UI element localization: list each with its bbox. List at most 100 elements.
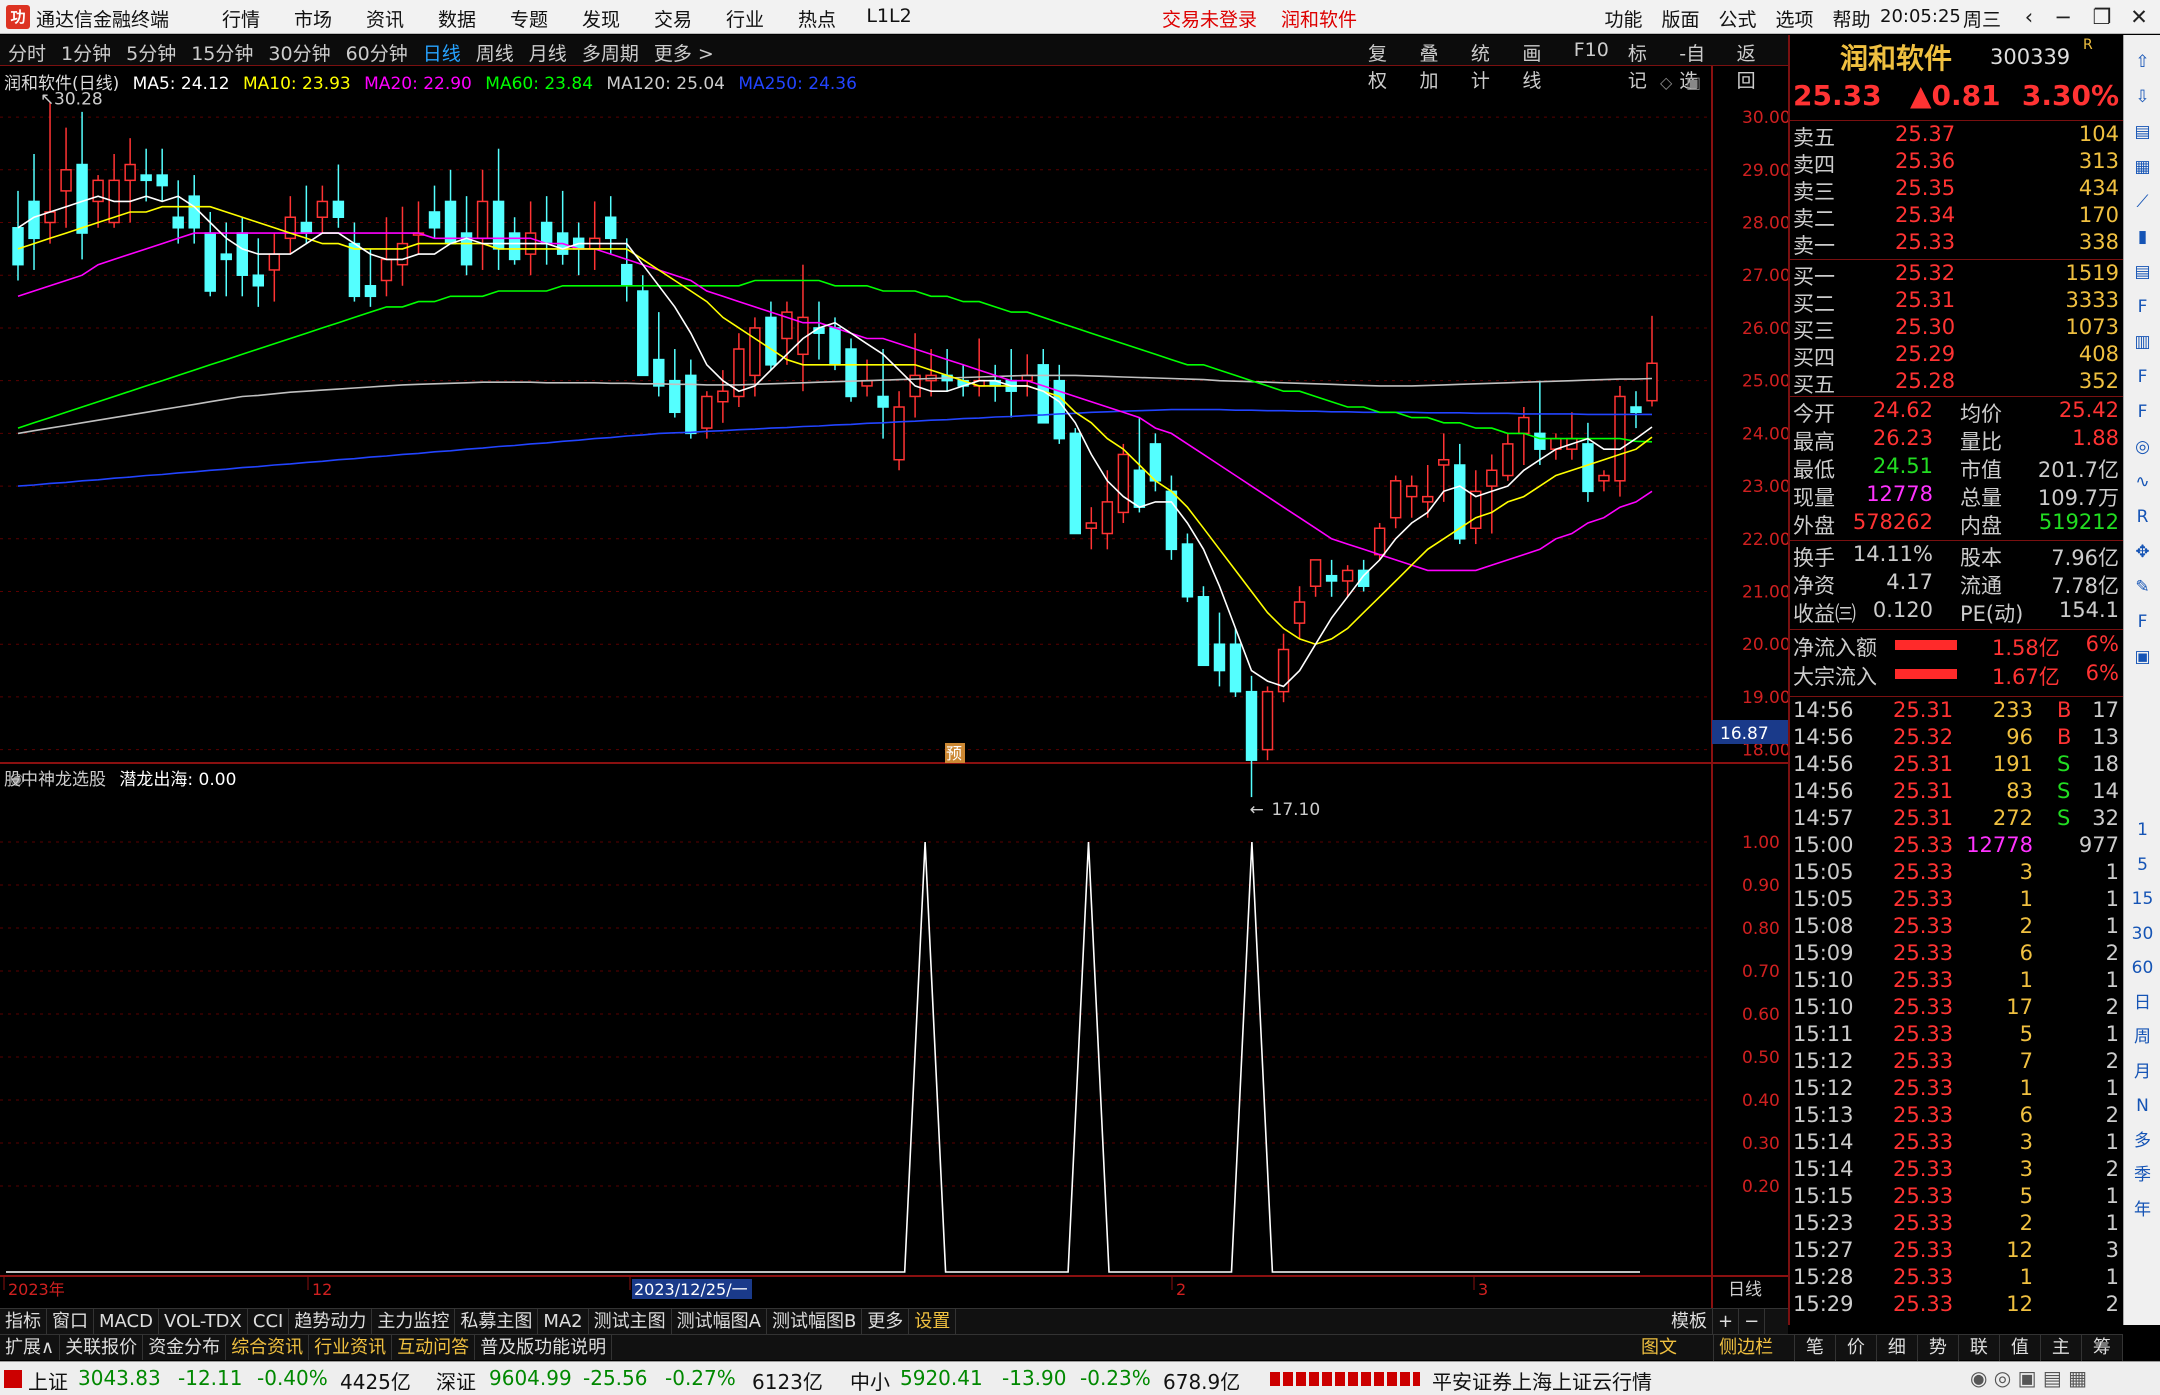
sidebar-period-10[interactable]: 季 [2127, 1160, 2158, 1190]
indicator-tab-8[interactable]: MA2 [538, 1309, 589, 1334]
ext-tab-1[interactable]: 关联报价 [60, 1335, 144, 1360]
sidebar-period-4[interactable]: 60 [2127, 953, 2158, 983]
f2-icon[interactable]: F [2127, 397, 2158, 427]
sidebar-period-0[interactable]: 1 [2127, 815, 2158, 845]
restore-icon[interactable]: ❐ [2087, 3, 2117, 31]
menu-item-8[interactable]: 热点 [781, 5, 853, 32]
ext-tab-5[interactable]: 互动问答 [392, 1335, 476, 1360]
ext-tab-6[interactable]: 普及版功能说明 [475, 1335, 613, 1360]
menu-item-2[interactable]: 资讯 [349, 5, 421, 32]
period-tab-7[interactable]: 周线 [476, 39, 514, 66]
ext-tab-3[interactable]: 综合资讯 [226, 1335, 310, 1360]
fs-icon[interactable]: F [2127, 607, 2158, 637]
sidebar-period-3[interactable]: 30 [2127, 919, 2158, 949]
menu-item-3[interactable]: 数据 [421, 5, 493, 32]
period-tab-6[interactable]: 日线 [423, 39, 461, 66]
menu-item-5[interactable]: 发现 [565, 5, 637, 32]
chart-panel[interactable]: 30.00 29.00 28.00 27.00 26.00 25.00 24.00 23.00… [0, 66, 1788, 1308]
sidebar-period-2[interactable]: 15 [2127, 884, 2158, 914]
period-tab-9[interactable]: 多周期 [582, 39, 639, 66]
down-arrow-icon[interactable]: ⇩ [2127, 82, 2158, 112]
chart2-icon[interactable]: ▣ [2127, 642, 2158, 672]
f10-icon[interactable]: F [2127, 292, 2158, 322]
menu-item-7[interactable]: 行业 [709, 5, 781, 32]
indicator-tab-4[interactable]: CCI [248, 1309, 290, 1334]
period-tab-1[interactable]: 1分钟 [61, 39, 111, 66]
sidebar-period-5[interactable]: 日 [2127, 988, 2158, 1018]
period-tab-0[interactable]: 分时 [8, 39, 46, 66]
indicator-tab-12[interactable]: 更多 [862, 1309, 910, 1334]
rsi-icon[interactable]: R [2127, 502, 2158, 532]
sidebar-period-11[interactable]: 年 [2127, 1195, 2158, 1225]
menu-item-1[interactable]: 市场 [277, 5, 349, 32]
bid-label: 买一 [1793, 265, 1835, 289]
indicator-tab-5[interactable]: 趋势动力 [289, 1309, 373, 1334]
menu-item-6[interactable]: 交易 [637, 5, 709, 32]
indicator-tab-9[interactable]: 测试主图 [589, 1309, 672, 1334]
chart-icon[interactable]: ⟋ [2127, 187, 2158, 217]
sidebar-period-8[interactable]: N [2127, 1091, 2158, 1121]
candle-body [1405, 485, 1418, 498]
indicator-tab-2[interactable]: MACD [94, 1309, 159, 1334]
tick-count: 13 [2092, 725, 2119, 749]
grid-icon[interactable]: ▦ [2127, 152, 2158, 182]
template-control-2[interactable]: − [1739, 1309, 1766, 1334]
sh-pct: -0.40% [257, 1366, 328, 1390]
period-tab-5[interactable]: 60分钟 [346, 39, 408, 66]
candle-body [1085, 522, 1098, 529]
template-control-1[interactable]: + [1713, 1309, 1740, 1334]
pen-icon[interactable]: ✎ [2127, 572, 2158, 602]
chart-toolbar: 分时 1分钟 5分钟 15分钟 30分钟 60分钟 日线 周线 月线 多周期 更多 > 复权 叠加 统计… [0, 35, 1788, 92]
right-menu-item-2[interactable]: 公式 [1709, 5, 1766, 32]
info-icon[interactable]: ▤ [2127, 117, 2158, 147]
indicator-tab-13[interactable]: 设置 [909, 1309, 957, 1334]
kline-chart[interactable]: 30.00 29.00 28.00 27.00 26.00 25.00 24.00 23.00… [0, 66, 1788, 1308]
sidebar-period-1[interactable]: 5 [2127, 850, 2158, 880]
period-tab-2[interactable]: 5分钟 [126, 39, 176, 66]
period-tab-4[interactable]: 30分钟 [268, 39, 330, 66]
template-control-0[interactable]: 模板 [1666, 1309, 1713, 1334]
list-icon[interactable]: ▤ [2127, 257, 2158, 287]
menu-item-0[interactable]: 行情 [205, 5, 277, 32]
tick-side: S [2057, 752, 2071, 776]
indicator-tab-1[interactable]: 窗口 [47, 1309, 94, 1334]
right-menu-item-0[interactable]: 功能 [1595, 5, 1652, 32]
pie-icon[interactable]: ◎ [2127, 432, 2158, 462]
ext-tab-2[interactable]: 资金分布 [143, 1335, 227, 1360]
minimize-icon[interactable]: − [2048, 3, 2078, 31]
right-menu-item-4[interactable]: 帮助 [1823, 5, 1880, 32]
up-arrow-icon[interactable]: ⇧ [2127, 47, 2158, 77]
back-icon[interactable]: ‹ [2014, 3, 2044, 31]
list2-icon[interactable]: ▥ [2127, 327, 2158, 357]
tick-count: 1 [2105, 968, 2119, 992]
ext-tab-4[interactable]: 行业资讯 [309, 1335, 393, 1360]
indicator-tab-7[interactable]: 私募主图 [455, 1309, 539, 1334]
sidebar-period-7[interactable]: 月 [2127, 1057, 2158, 1087]
indicator-tab-10[interactable]: 测试幅图A [672, 1309, 767, 1334]
menu-item-9[interactable]: L1L2 [853, 5, 925, 32]
cross-icon[interactable]: ✥ [2127, 537, 2158, 567]
tick-volume: 3 [2019, 860, 2033, 884]
f-icon[interactable]: F [2127, 362, 2158, 392]
tick-time: 15:00 [1793, 833, 1854, 857]
indicator-tab-6[interactable]: 主力监控 [372, 1309, 456, 1334]
candle-icon[interactable]: ▮ [2127, 222, 2158, 252]
indicator-tab-3[interactable]: VOL-TDX [159, 1309, 248, 1334]
trade-login-notice[interactable]: 交易未登录 [1162, 5, 1257, 32]
indicator-tab-11[interactable]: 测试幅图B [767, 1309, 863, 1334]
wave-icon[interactable]: ∿ [2127, 467, 2158, 497]
indicator-tab-0[interactable]: 指标 [0, 1309, 47, 1334]
period-tab-8[interactable]: 月线 [529, 39, 567, 66]
close-icon[interactable]: ✕ [2124, 3, 2154, 31]
right-menu-item-1[interactable]: 版面 [1652, 5, 1709, 32]
candle-body [1630, 406, 1642, 414]
candle-body [380, 258, 393, 282]
period-tab-3[interactable]: 15分钟 [191, 39, 253, 66]
right-menu-item-3[interactable]: 选项 [1766, 5, 1823, 32]
sidebar-period-9[interactable]: 多 [2127, 1126, 2158, 1156]
ext-tab-0[interactable]: 扩展∧ [0, 1335, 61, 1360]
broker-name[interactable]: 平安证券上海上证云行情 [1432, 1366, 1652, 1395]
period-tab-10[interactable]: 更多 > [654, 39, 714, 66]
menu-item-4[interactable]: 专题 [493, 5, 565, 32]
sidebar-period-6[interactable]: 周 [2127, 1022, 2158, 1052]
